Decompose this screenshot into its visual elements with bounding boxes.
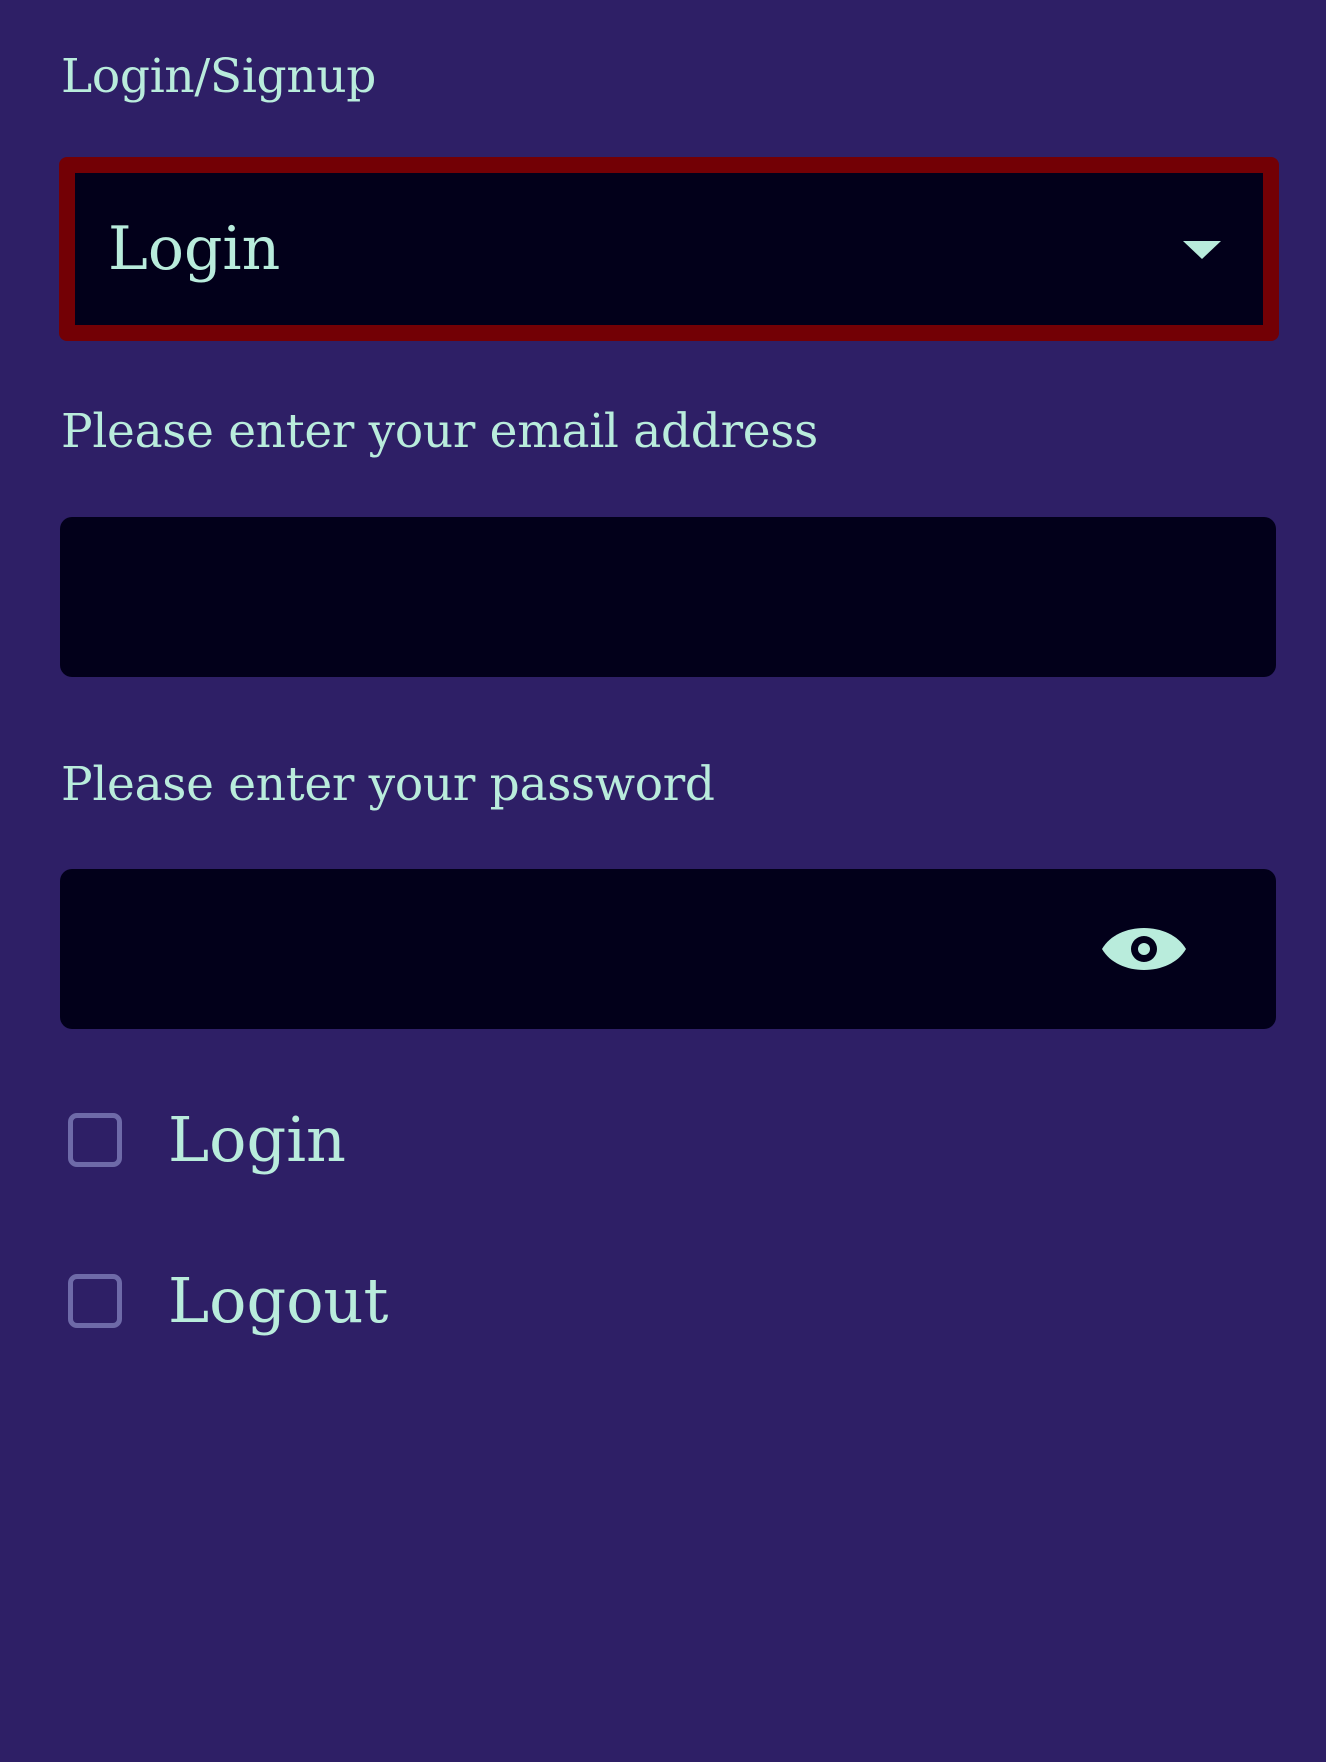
login-checkbox[interactable] <box>68 1113 122 1167</box>
password-label: Please enter your password <box>61 757 715 812</box>
email-label: Please enter your email address <box>61 404 818 459</box>
logout-checkbox-label: Logout <box>168 1264 389 1337</box>
login-signup-select[interactable]: Login <box>59 157 1279 341</box>
login-checkbox-row[interactable]: Login <box>68 1105 346 1175</box>
eye-icon <box>1102 928 1186 970</box>
logout-checkbox[interactable] <box>68 1274 122 1328</box>
select-value: Login <box>108 214 281 284</box>
caret-down-icon <box>1183 241 1221 259</box>
login-checkbox-label: Login <box>168 1103 346 1176</box>
logout-checkbox-row[interactable]: Logout <box>68 1266 388 1336</box>
show-password-button[interactable] <box>1100 917 1188 981</box>
password-input[interactable] <box>60 869 1276 1029</box>
select-inner: Login <box>75 173 1263 325</box>
email-input[interactable] <box>60 517 1276 677</box>
mode-label: Login/Signup <box>61 49 377 104</box>
